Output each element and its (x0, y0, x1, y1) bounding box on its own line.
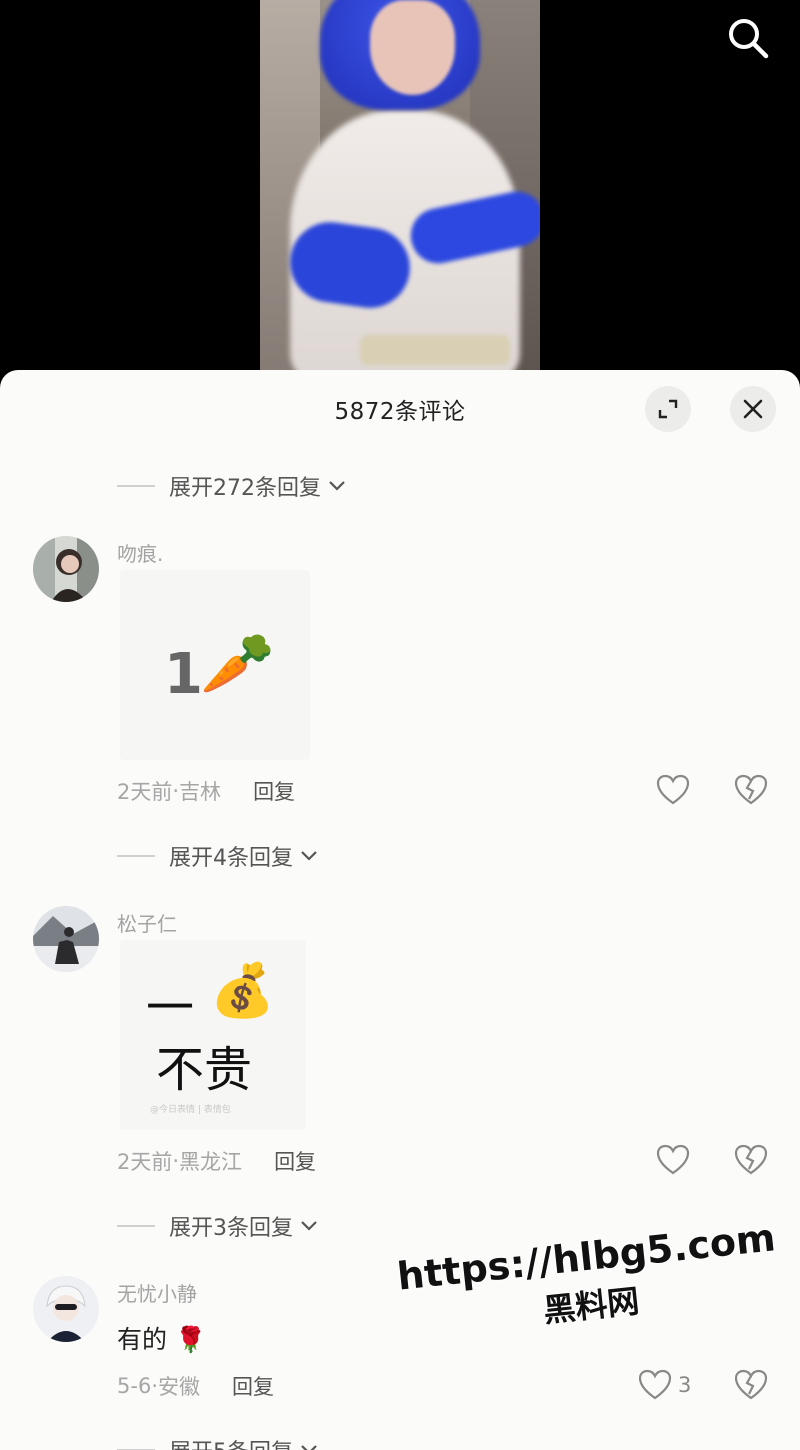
comment-meta: 2天前 · 吉林 回复 (117, 776, 295, 806)
broken-heart-icon (734, 1144, 768, 1175)
comment-username[interactable]: 无忧小静 (117, 1278, 197, 1307)
expand-replies-label: 展开5条回复 (169, 1434, 293, 1450)
comment-sheet-header: 5872条评论 (0, 370, 800, 450)
sticker-caption: @今日表情 | 表情包 (150, 1105, 231, 1115)
expand-replies-button[interactable]: 展开4条回复 (117, 840, 319, 872)
heart-icon (638, 1369, 672, 1400)
avatar[interactable] (33, 906, 99, 972)
comment-location: 安徽 (158, 1375, 200, 1399)
avatar-image (33, 1276, 99, 1342)
video-frame[interactable] (260, 0, 540, 380)
close-button[interactable] (730, 386, 776, 432)
money-bag-icon: 💰 (210, 961, 275, 1021)
comment-time: 2天前 (117, 1150, 173, 1174)
like-button[interactable] (656, 1144, 696, 1176)
sticker-line-2: 不贵 (156, 1042, 253, 1098)
meta-separator: · (151, 1374, 158, 1398)
comment-sticker[interactable]: 1 🥕 (120, 570, 310, 760)
expand-replies-button[interactable]: 展开272条回复 (117, 470, 347, 502)
search-button[interactable] (726, 16, 770, 60)
video-figure-face (370, 0, 455, 95)
comment-time: 5-6 (117, 1374, 152, 1398)
dislike-button[interactable] (734, 1144, 768, 1180)
avatar[interactable] (33, 1276, 99, 1342)
comment-username[interactable]: 吻痕. (117, 538, 163, 567)
chevron-down-icon (299, 849, 319, 863)
carrot-icon: 🥕 (200, 629, 275, 699)
chevron-down-icon (299, 1443, 319, 1450)
broken-heart-icon (734, 1369, 768, 1400)
like-button[interactable]: 3 (638, 1369, 691, 1401)
dislike-button[interactable] (734, 774, 768, 810)
comment-meta: 2天前 · 黑龙江 回复 (117, 1146, 316, 1176)
avatar-image (33, 536, 99, 602)
expand-replies-label: 展开272条回复 (169, 476, 321, 501)
reply-button[interactable]: 回复 (274, 1146, 316, 1176)
comment-time: 2天前 (117, 780, 173, 804)
reply-button[interactable]: 回复 (232, 1371, 274, 1401)
expand-icon (658, 399, 678, 419)
comment-text: 有的 🌹 (117, 1325, 207, 1354)
search-icon (729, 19, 769, 59)
reply-button[interactable]: 回复 (253, 776, 295, 806)
meta-separator: · (172, 1149, 180, 1173)
like-button[interactable] (656, 774, 696, 806)
expand-replies-button[interactable]: 展开3条回复 (117, 1210, 319, 1242)
fullscreen-button[interactable] (645, 386, 691, 432)
expand-replies-button[interactable]: 展开5条回复 (117, 1434, 319, 1450)
avatar[interactable] (33, 536, 99, 602)
chevron-down-icon (299, 1219, 319, 1233)
sticker-text: 1 (164, 642, 203, 707)
divider-dash (117, 485, 155, 487)
dislike-button[interactable] (734, 1369, 768, 1405)
avatar-image (33, 906, 99, 972)
sticker-line-1: 一 (146, 980, 195, 1036)
comment-meta: 5-6 · 安徽 回复 (117, 1371, 274, 1401)
video-figure-belt (360, 335, 510, 365)
heart-icon (656, 1144, 690, 1175)
meta-separator: · (172, 779, 180, 803)
comment-location: 吉林 (179, 780, 222, 804)
expand-replies-label: 展开4条回复 (169, 846, 293, 871)
chevron-down-icon (327, 479, 347, 493)
like-count: 3 (678, 1373, 692, 1397)
comment-sticker[interactable]: 一 💰 不贵 @今日表情 | 表情包 (120, 940, 306, 1130)
comment-location: 黑龙江 (179, 1150, 243, 1174)
close-icon (743, 399, 763, 419)
divider-dash (117, 855, 155, 857)
heart-icon (656, 774, 690, 805)
broken-heart-icon (734, 774, 768, 805)
divider-dash (117, 1225, 155, 1227)
comment-username[interactable]: 松子仁 (117, 908, 177, 937)
expand-replies-label: 展开3条回复 (169, 1216, 293, 1241)
video-player[interactable] (0, 0, 800, 380)
